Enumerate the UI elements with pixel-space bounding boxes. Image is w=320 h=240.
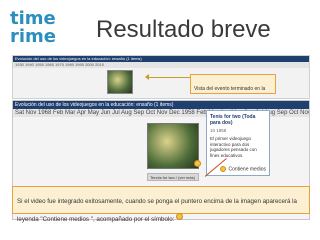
timeline-date-strip-small: 1930 1940 1950 1960 1970 1980 1990 2000 … xyxy=(13,62,309,68)
media-icon xyxy=(176,213,184,221)
event-description: El primer videojuego interactivo para do… xyxy=(210,136,257,158)
media-icon xyxy=(220,165,227,172)
event-thumbnail-large[interactable] xyxy=(147,123,201,169)
contains-media-badge[interactable]: Contiene medios xyxy=(220,165,266,172)
event-button[interactable]: Tennis for two / (ver más) xyxy=(147,173,199,181)
logo-word-2: rime xyxy=(10,26,57,47)
callout-arrow-top xyxy=(145,74,190,80)
event-date: 10 1958 xyxy=(210,128,227,133)
timerime-logo: time rime xyxy=(8,8,57,48)
contains-media-label: Contiene medios xyxy=(228,166,266,172)
timeline-title-large: Evolución del uso de los videojuegos en … xyxy=(15,102,174,108)
event-thumbnail-small[interactable] xyxy=(107,70,133,94)
page-title: Resultado breve xyxy=(96,16,271,43)
callout-top: Vista del evento terminado en la línea d… xyxy=(190,74,276,110)
media-icon xyxy=(194,160,201,167)
timeline-header-large: Evolución del uso de los videojuegos en … xyxy=(13,101,309,109)
callout-bottom: Si el video fue integrado exitosamente, … xyxy=(12,186,310,223)
event-title: Tenis for two (Toda para dos) xyxy=(210,114,256,126)
